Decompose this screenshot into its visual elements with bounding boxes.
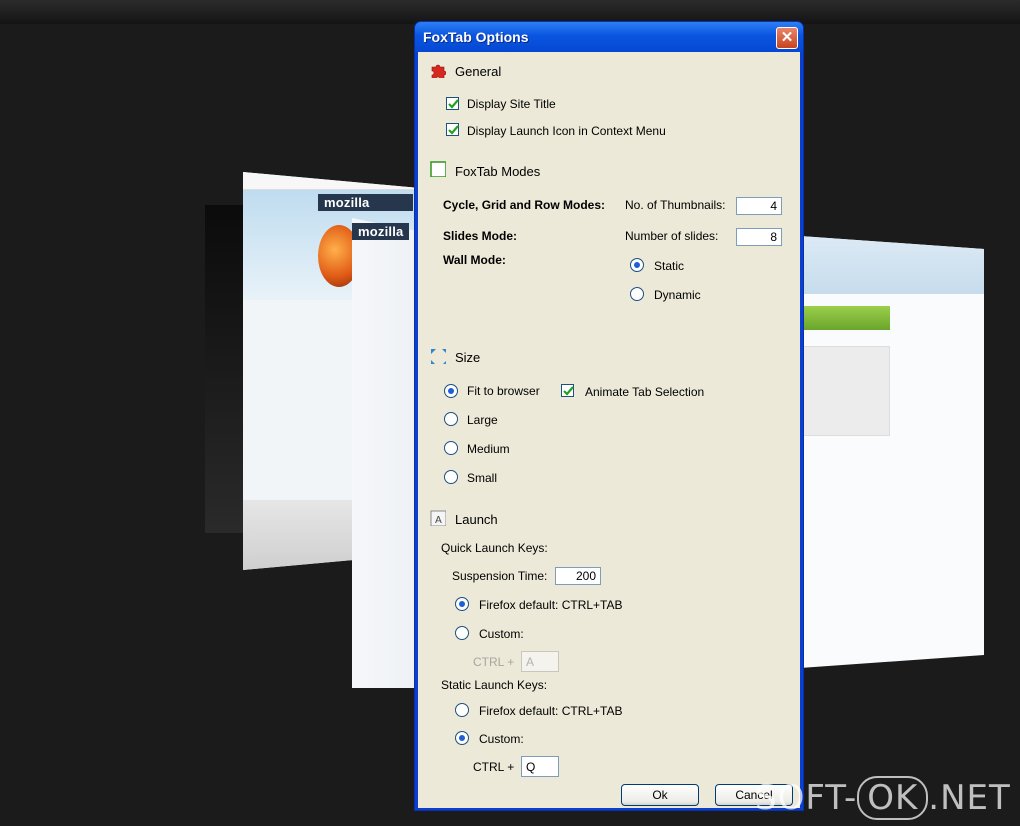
quick-launch-keys-label: Quick Launch Keys: xyxy=(441,541,548,555)
static-custom-label: Custom: xyxy=(479,732,524,746)
wall-dynamic-radio[interactable] xyxy=(630,287,644,301)
title-bar[interactable]: FoxTab Options ✕ xyxy=(415,22,803,52)
dialog-body: General Display Site Title Display Launc… xyxy=(418,52,800,808)
size-large-radio[interactable] xyxy=(444,412,458,426)
static-default-radio[interactable] xyxy=(455,703,469,717)
watermark-part-3: .NET xyxy=(928,778,1011,818)
display-site-title-checkbox[interactable] xyxy=(446,97,459,110)
static-ctrl-key-input[interactable] xyxy=(521,756,559,777)
size-small-radio[interactable] xyxy=(444,470,458,484)
watermark-part-1: SOFT- xyxy=(755,778,858,818)
launch-key-icon: A xyxy=(430,510,446,526)
slides-count-label: Number of slides: xyxy=(625,229,719,243)
background-thumbnail-2[interactable] xyxy=(352,218,422,688)
watermark: SOFT- OK .NET xyxy=(755,776,1011,820)
cycle-modes-label: Cycle, Grid and Row Modes: xyxy=(443,198,606,212)
suspension-time-input[interactable] xyxy=(555,567,601,585)
thumbnails-input[interactable] xyxy=(736,197,782,215)
static-launch-keys-label: Static Launch Keys: xyxy=(441,678,548,692)
size-medium-radio[interactable] xyxy=(444,441,458,455)
launch-header: Launch xyxy=(455,512,498,527)
size-header: Size xyxy=(455,350,481,365)
wall-mode-label: Wall Mode: xyxy=(443,253,506,267)
quick-default-radio[interactable] xyxy=(455,597,469,611)
static-custom-radio[interactable] xyxy=(455,731,469,745)
quick-ctrl-label: CTRL + xyxy=(473,655,515,669)
foxtab-options-dialog: FoxTab Options ✕ General Display Site Ti… xyxy=(414,21,804,811)
background-thumbnail-3[interactable] xyxy=(800,236,984,668)
wall-dynamic-label: Dynamic xyxy=(654,288,701,302)
modes-icon xyxy=(430,161,446,177)
display-site-title-label: Display Site Title xyxy=(467,97,556,111)
size-fit-label: Fit to browser xyxy=(467,384,540,398)
size-large-label: Large xyxy=(467,413,498,427)
static-ctrl-label: CTRL + xyxy=(473,760,515,774)
suspension-time-label: Suspension Time: xyxy=(452,569,548,583)
ok-button[interactable]: Ok xyxy=(621,784,699,806)
resize-arrows-icon xyxy=(431,349,446,364)
display-launch-icon-checkbox[interactable] xyxy=(446,123,459,136)
watermark-part-2: OK xyxy=(857,776,929,820)
size-small-label: Small xyxy=(467,471,498,485)
svg-text:A: A xyxy=(435,515,442,526)
size-medium-label: Medium xyxy=(467,442,510,456)
mozilla-label-1: mozilla xyxy=(318,194,413,211)
close-icon: ✕ xyxy=(780,29,794,46)
slides-count-input[interactable] xyxy=(736,228,782,246)
quick-custom-label: Custom: xyxy=(479,627,524,641)
puzzle-icon xyxy=(431,64,446,78)
quick-custom-radio[interactable] xyxy=(455,626,469,640)
mozilla-label-2: mozilla xyxy=(352,223,410,240)
animate-tab-selection-checkbox[interactable] xyxy=(561,384,574,397)
modes-header: FoxTab Modes xyxy=(455,164,541,179)
wall-static-radio[interactable] xyxy=(630,258,644,272)
quick-default-label: Firefox default: CTRL+TAB xyxy=(479,598,623,612)
quick-ctrl-key-input[interactable] xyxy=(521,651,559,672)
slides-mode-label: Slides Mode: xyxy=(443,229,518,243)
size-fit-radio[interactable] xyxy=(444,384,458,398)
general-header: General xyxy=(455,64,502,79)
static-default-label: Firefox default: CTRL+TAB xyxy=(479,704,623,718)
close-button[interactable]: ✕ xyxy=(776,27,798,49)
animate-tab-selection-label: Animate Tab Selection xyxy=(585,385,705,399)
dialog-title: FoxTab Options xyxy=(423,29,529,45)
thumbnails-label: No. of Thumbnails: xyxy=(625,198,726,212)
display-launch-icon-label: Display Launch Icon in Context Menu xyxy=(467,124,666,138)
wall-static-label: Static xyxy=(654,259,685,273)
